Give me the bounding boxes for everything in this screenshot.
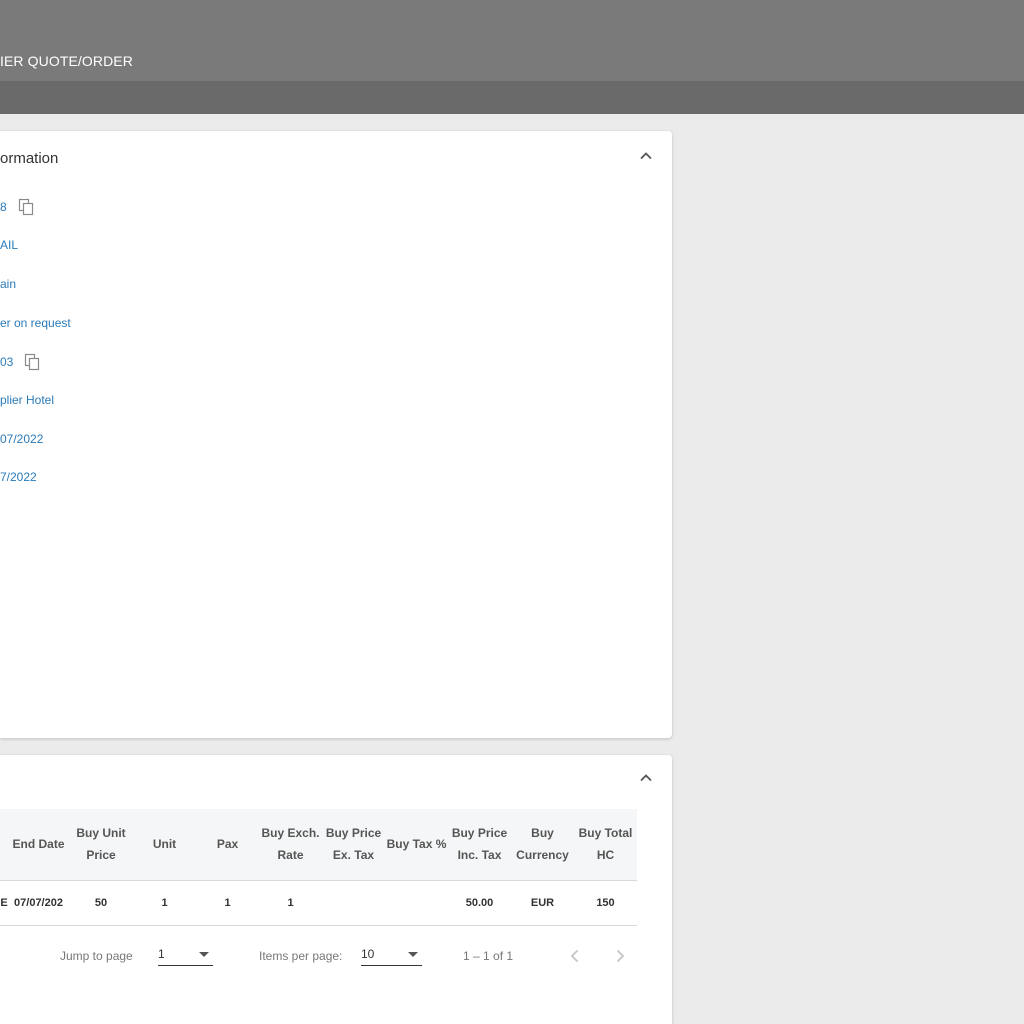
table-row[interactable]: E 07/07/202 50 1 1 1 50.00 EUR 150 xyxy=(0,880,637,925)
table-cell: 1 xyxy=(161,896,168,909)
info-field-2-value: AIL xyxy=(0,238,19,252)
page-range-label: 1 – 1 of 1 xyxy=(463,949,514,963)
next-page-button[interactable] xyxy=(608,944,632,968)
dropdown-caret-icon xyxy=(408,952,418,957)
jump-to-page-select[interactable]: 1 xyxy=(158,942,213,966)
jump-to-page-label: Jump to page xyxy=(60,949,133,963)
table-cell: EUR xyxy=(530,896,555,909)
lines-panel: End Date Buy Unit Price Unit Pax Buy Exc… xyxy=(0,755,672,1024)
column-header[interactable]: End Date xyxy=(8,809,69,880)
dropdown-caret-icon xyxy=(199,952,209,957)
column-header[interactable]: Buy Total HC xyxy=(574,809,637,880)
info-field-reference: 8 xyxy=(0,198,35,216)
info-field-4-value: er on request xyxy=(0,316,71,330)
table-cell: 1 xyxy=(287,896,294,909)
table-cell: 50.00 xyxy=(465,896,494,909)
info-field-start-date-value: 07/2022 xyxy=(0,432,44,446)
collapse-information-button[interactable] xyxy=(634,144,658,168)
items-per-page-value: 10 xyxy=(361,947,375,961)
info-field-2: AIL xyxy=(0,238,18,252)
info-field-supplier-code-value: 03 xyxy=(0,355,14,369)
table-header-row: End Date Buy Unit Price Unit Pax Buy Exc… xyxy=(0,809,637,880)
column-header[interactable]: Buy Exch. Rate xyxy=(259,809,322,880)
info-field-3: ain xyxy=(0,277,16,291)
info-field-start-date: 07/2022 xyxy=(0,432,43,446)
info-field-supplier: plier Hotel xyxy=(0,393,54,407)
info-field-reference-value: 8 xyxy=(0,200,7,214)
information-panel: ormation 8 AIL ain er on request 03 plie… xyxy=(0,131,672,738)
chevron-up-icon xyxy=(640,152,652,160)
table-cell xyxy=(385,880,448,925)
info-field-end-date-value: 7/2022 xyxy=(0,470,37,484)
info-field-supplier-value: plier Hotel xyxy=(0,393,55,407)
items-per-page-select[interactable]: 10 xyxy=(361,942,422,966)
collapse-lines-button[interactable] xyxy=(634,766,658,790)
table-cell: 1 xyxy=(224,896,231,909)
column-header[interactable]: Buy Price Ex. Tax xyxy=(322,809,385,880)
top-app-bar: IER QUOTE/ORDER xyxy=(0,0,1024,81)
column-header-lead xyxy=(0,809,8,880)
previous-page-button[interactable] xyxy=(563,944,587,968)
lines-table: End Date Buy Unit Price Unit Pax Buy Exc… xyxy=(0,809,637,926)
table-cell: 150 xyxy=(596,896,615,909)
column-header[interactable]: Unit xyxy=(133,809,196,880)
copy-icon[interactable] xyxy=(23,353,41,371)
info-field-3-value: ain xyxy=(0,277,17,291)
table-cell: E xyxy=(0,896,8,909)
paginator: Jump to page 1 Items per page: 10 1 – 1 … xyxy=(0,940,672,970)
copy-icon[interactable] xyxy=(17,198,35,216)
sub-toolbar xyxy=(0,81,1024,114)
table-cell: 07/07/202 xyxy=(14,896,63,909)
column-header[interactable]: Buy Unit Price xyxy=(69,809,133,880)
column-header[interactable]: Buy Tax % xyxy=(385,809,448,880)
column-header[interactable]: Buy Currency xyxy=(511,809,574,880)
table-cell xyxy=(322,880,385,925)
jump-to-page-value: 1 xyxy=(158,947,165,961)
info-field-supplier-code: 03 xyxy=(0,353,41,371)
items-per-page-label: Items per page: xyxy=(259,949,343,963)
chevron-left-icon xyxy=(570,949,579,963)
column-header[interactable]: Buy Price Inc. Tax xyxy=(448,809,511,880)
chevron-right-icon xyxy=(616,949,625,963)
chevron-up-icon xyxy=(640,774,652,782)
information-panel-title: ormation xyxy=(0,150,59,167)
info-field-end-date: 7/2022 xyxy=(0,470,37,484)
column-header[interactable]: Pax xyxy=(196,809,259,880)
page-title: IER QUOTE/ORDER xyxy=(0,53,133,69)
table-cell: 50 xyxy=(94,896,108,909)
info-field-4: er on request xyxy=(0,316,71,330)
